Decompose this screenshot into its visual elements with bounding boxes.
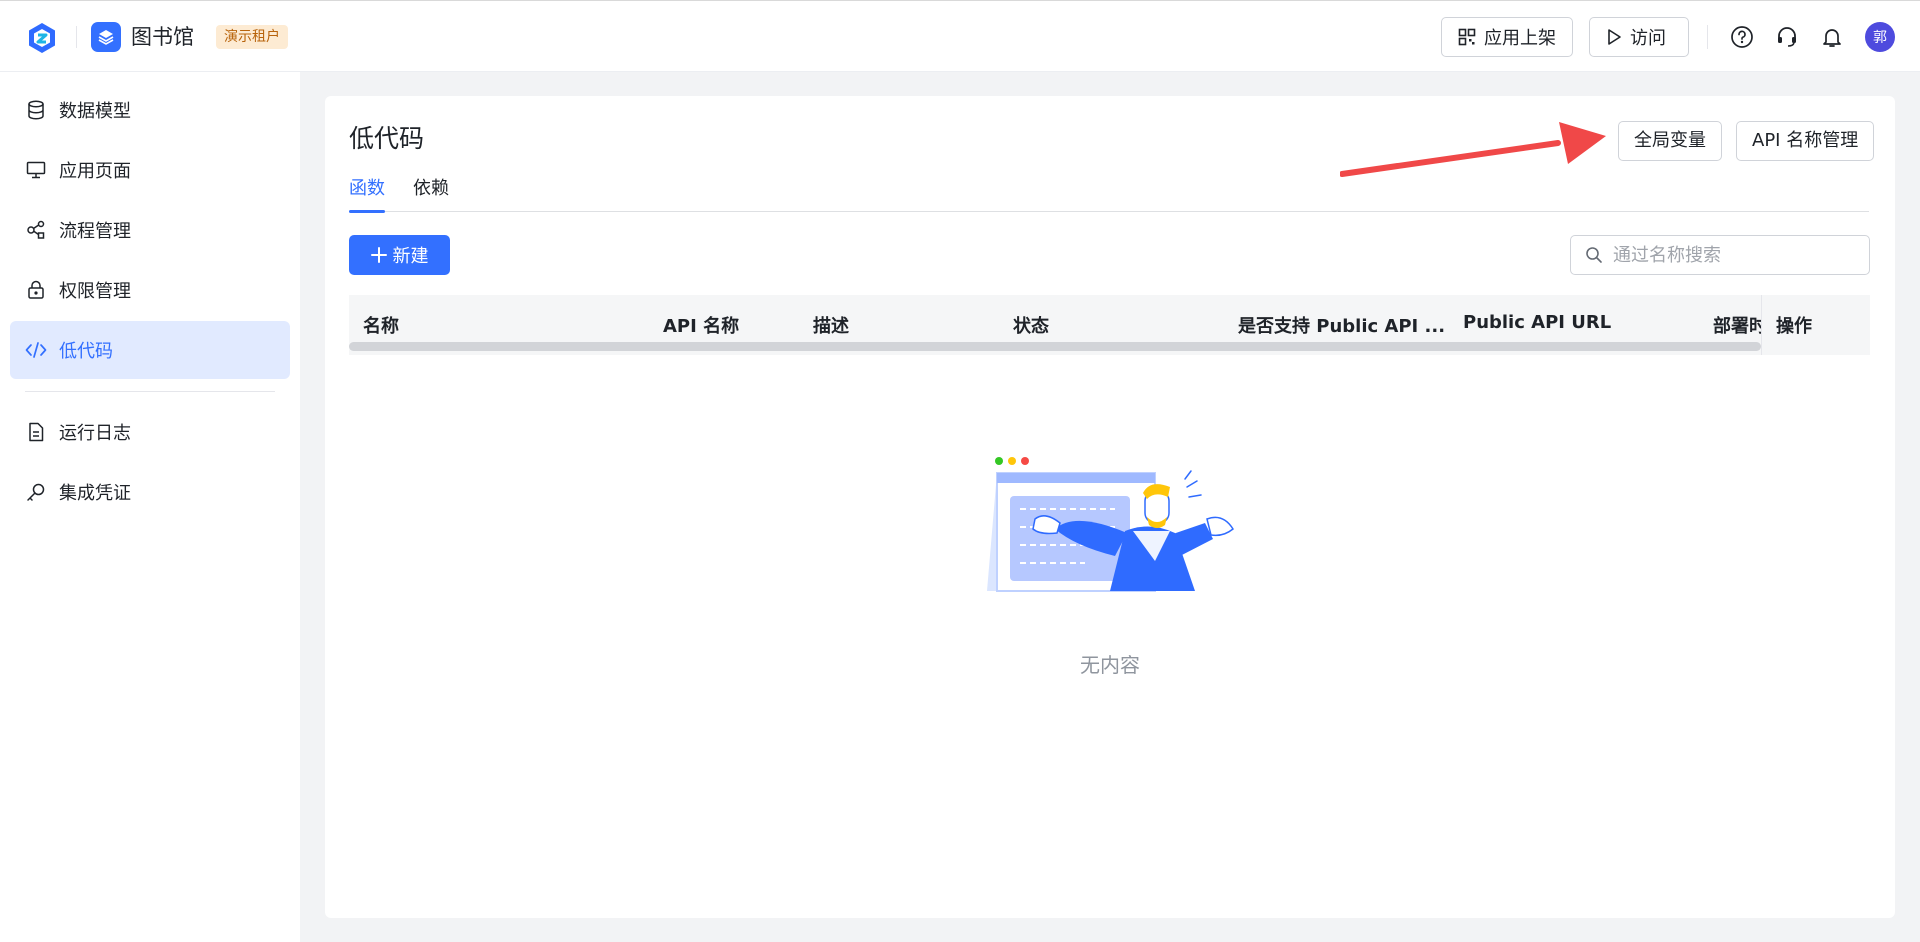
sidebar-item-run-logs[interactable]: 运行日志	[10, 403, 290, 461]
search-box[interactable]	[1570, 235, 1870, 275]
document-icon	[25, 421, 47, 443]
publish-app-label: 应用上架	[1484, 28, 1556, 49]
bell-icon[interactable]	[1818, 23, 1846, 51]
api-name-management-button[interactable]: API 名称管理	[1736, 121, 1875, 161]
sidebar-item-label: 集成凭证	[59, 483, 131, 504]
sidebar-item-label: 数据模型	[59, 101, 131, 122]
annotation-arrow-icon	[1340, 122, 1606, 177]
logo-divider	[76, 26, 77, 48]
fixed-actions-column: 操作	[1761, 295, 1870, 355]
header-divider	[1707, 25, 1708, 49]
column-header-api-name[interactable]: API 名称	[663, 312, 739, 338]
sidebar-item-credentials[interactable]: 集成凭证	[10, 463, 290, 521]
tab-label: 依赖	[413, 178, 449, 199]
code-icon	[25, 339, 47, 361]
play-icon	[1608, 29, 1621, 45]
workflow-icon	[25, 219, 47, 241]
sidebar: 数据模型 应用页面 流程管理 权限管理 低代码 运行日志 集成凭证	[0, 72, 300, 942]
headset-icon[interactable]	[1773, 23, 1801, 51]
tab-functions[interactable]: 函数	[349, 174, 385, 213]
visit-button[interactable]: 访问	[1589, 17, 1689, 57]
sidebar-item-label: 权限管理	[59, 281, 131, 302]
search-input[interactable]	[1613, 244, 1853, 266]
app-name[interactable]: 图书馆	[131, 23, 194, 51]
column-header-status[interactable]: 状态	[1013, 312, 1049, 338]
empty-state-text: 无内容	[1080, 653, 1140, 677]
empty-state-illustration	[987, 457, 1234, 592]
column-header-public-api-support[interactable]: 是否支持 Public API ...	[1238, 312, 1445, 338]
monitor-icon	[25, 159, 47, 181]
column-header-deploy-time[interactable]: 部署时	[1713, 312, 1761, 338]
sidebar-divider	[25, 391, 275, 392]
sidebar-item-label: 低代码	[59, 341, 113, 362]
tenant-badge: 演示租户	[216, 25, 288, 49]
column-header-name[interactable]: 名称	[363, 312, 399, 338]
horizontal-scrollbar[interactable]	[349, 342, 1761, 351]
user-avatar[interactable]: 郭	[1865, 22, 1895, 52]
app-layers-icon	[91, 22, 121, 52]
search-icon	[1586, 247, 1602, 263]
tab-dependencies[interactable]: 依赖	[413, 174, 449, 204]
new-function-button[interactable]: 新建	[349, 235, 450, 275]
page-title: 低代码	[349, 124, 425, 153]
new-button-label: 新建	[392, 246, 429, 267]
table-header: 名称 API 名称 描述 状态 是否支持 Public API ... Publ…	[349, 295, 1870, 355]
database-icon	[25, 99, 47, 121]
tabs: 函数 依赖	[349, 174, 1869, 213]
sidebar-item-data-model[interactable]: 数据模型	[10, 81, 290, 139]
column-header-public-api-url[interactable]: Public API URL	[1463, 312, 1611, 333]
top-bar: 图书馆 演示租户 应用上架 访问 郭	[0, 0, 1920, 72]
plus-icon	[370, 247, 387, 263]
publish-app-button[interactable]: 应用上架	[1441, 17, 1573, 57]
key-icon	[25, 481, 47, 503]
sidebar-item-label: 应用页面	[59, 161, 131, 182]
visit-label: 访问	[1630, 28, 1666, 49]
sidebar-item-workflow[interactable]: 流程管理	[10, 201, 290, 259]
help-icon[interactable]	[1728, 23, 1756, 51]
column-header-description[interactable]: 描述	[813, 312, 849, 338]
sidebar-item-low-code[interactable]: 低代码	[10, 321, 290, 379]
platform-logo-icon[interactable]	[25, 21, 59, 55]
qrcode-icon	[1458, 28, 1476, 46]
sidebar-item-label: 流程管理	[59, 221, 131, 242]
low-code-panel: 低代码 全局变量 API 名称管理 函数 依赖 新建 名称 API 名称 描述 …	[325, 96, 1895, 918]
tab-label: 函数	[349, 178, 385, 199]
sidebar-item-permissions[interactable]: 权限管理	[10, 261, 290, 319]
sidebar-item-label: 运行日志	[59, 423, 131, 444]
global-variables-button[interactable]: 全局变量	[1618, 121, 1722, 161]
column-header-actions: 操作	[1776, 316, 1812, 337]
sidebar-item-app-pages[interactable]: 应用页面	[10, 141, 290, 199]
active-tab-indicator	[349, 210, 385, 213]
lock-icon	[25, 279, 47, 301]
